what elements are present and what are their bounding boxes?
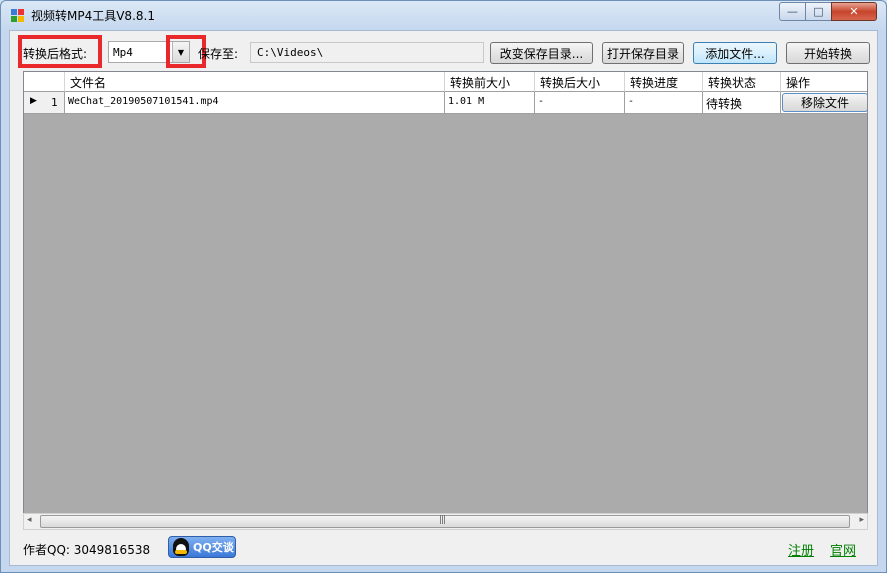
qq-chat-button[interactable]: QQ交谈 <box>168 536 236 558</box>
website-link[interactable]: 官网 <box>830 540 856 559</box>
register-link[interactable]: 注册 <box>788 540 814 559</box>
title-bar[interactable]: 视频转MP4工具V8.8.1 — □ ✕ <box>1 1 886 29</box>
column-header-status[interactable]: 转换状态 <box>703 72 781 92</box>
client-area: 转换后格式: Mp4 ▼ 保存至: C:\Videos\ 改变保存目录... 打… <box>9 30 878 566</box>
horizontal-scrollbar[interactable]: ◂ ||| ▸ <box>23 513 868 530</box>
qq-penguin-icon <box>173 538 189 556</box>
highlight-box-format-label <box>18 35 102 68</box>
cell-status[interactable]: 待转换 <box>703 92 781 114</box>
scrollbar-thumb[interactable]: ||| <box>40 515 850 528</box>
qq-chat-label: QQ交谈 <box>193 541 234 554</box>
open-save-dir-button[interactable]: 打开保存目录 <box>602 42 684 64</box>
column-header-size-after[interactable]: 转换后大小 <box>535 72 625 92</box>
author-qq-text: 作者QQ: 3049816538 <box>23 543 151 557</box>
scroll-right-arrow-icon[interactable]: ▸ <box>859 515 864 525</box>
save-path-field[interactable]: C:\Videos\ <box>250 42 484 63</box>
add-file-button[interactable]: 添加文件... <box>693 42 777 64</box>
row-index: 1 <box>51 96 58 109</box>
change-save-dir-button[interactable]: 改变保存目录... <box>490 42 593 64</box>
start-convert-button[interactable]: 开始转换 <box>786 42 870 64</box>
column-header-progress[interactable]: 转换进度 <box>625 72 703 92</box>
save-to-label: 保存至: <box>198 47 239 61</box>
close-button[interactable]: ✕ <box>831 2 877 21</box>
maximize-button[interactable]: □ <box>805 2 832 21</box>
format-select-value: Mp4 <box>113 46 133 59</box>
column-header-filename[interactable]: 文件名 <box>65 72 445 92</box>
cell-size-before[interactable]: 1.01 M <box>445 92 535 114</box>
window-title: 视频转MP4工具V8.8.1 <box>31 9 155 23</box>
remove-file-button[interactable]: 移除文件 <box>782 93 867 112</box>
current-row-arrow-icon: ▶ <box>30 96 37 106</box>
file-grid[interactable]: 文件名 转换前大小 转换后大小 转换进度 转换状态 操作 ▶ 1 WeChat_… <box>23 71 868 530</box>
row-header-corner <box>24 72 65 92</box>
scroll-left-arrow-icon[interactable]: ◂ <box>27 515 32 525</box>
cell-filename[interactable]: WeChat_20190507101541.mp4 <box>65 92 445 114</box>
column-header-size-before[interactable]: 转换前大小 <box>445 72 535 92</box>
minimize-button[interactable]: — <box>779 2 806 21</box>
main-window: 视频转MP4工具V8.8.1 — □ ✕ 转换后格式: Mp4 ▼ 保存至: C… <box>0 0 887 573</box>
column-header-action[interactable]: 操作 <box>781 72 867 92</box>
cell-size-after[interactable]: - <box>535 92 625 114</box>
table-row-header[interactable]: ▶ 1 <box>24 92 65 114</box>
scrollbar-grip-icon: ||| <box>439 515 446 525</box>
cell-progress[interactable]: - <box>625 92 703 114</box>
app-icon <box>11 9 25 23</box>
cell-action: 移除文件 <box>781 92 867 114</box>
